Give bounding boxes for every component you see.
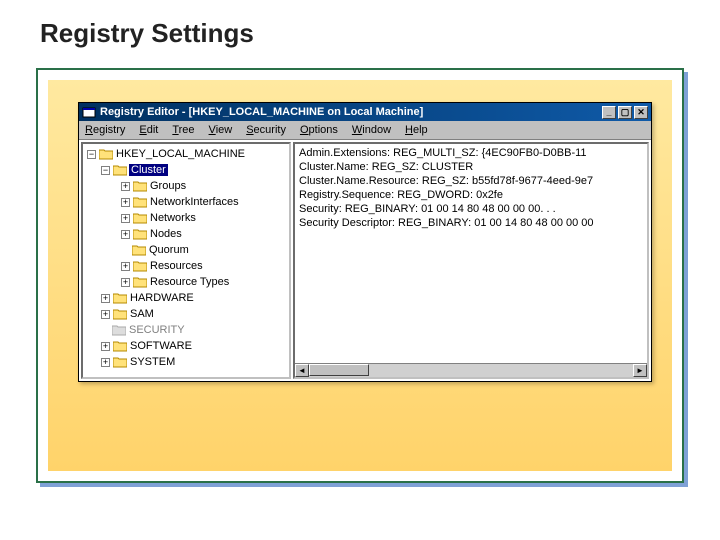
menu-view[interactable]: View (209, 124, 233, 136)
minimize-button[interactable]: _ (602, 106, 616, 119)
scroll-left-button[interactable]: ◄ (295, 364, 309, 377)
values-list: Admin.Extensions: REG_MULTI_SZ: {4EC90FB… (295, 144, 647, 232)
collapse-icon[interactable]: − (87, 150, 96, 159)
folder-icon (113, 308, 127, 320)
expand-icon[interactable]: + (121, 214, 130, 223)
menu-help[interactable]: Help (405, 124, 428, 136)
tree-label: HKEY_LOCAL_MACHINE (116, 148, 245, 160)
tree-item[interactable]: + Resources (87, 258, 287, 274)
app-icon (82, 105, 96, 119)
tree-item[interactable]: SECURITY (87, 322, 287, 338)
expand-icon[interactable]: + (121, 278, 130, 287)
tree-item[interactable]: + HARDWARE (87, 290, 287, 306)
folder-open-icon (99, 148, 113, 160)
slide-background: Registry Editor - [HKEY_LOCAL_MACHINE on… (48, 80, 672, 471)
tree-item[interactable]: + Networks (87, 210, 287, 226)
tree-item[interactable]: + SAM (87, 306, 287, 322)
horizontal-scrollbar[interactable]: ◄ ► (295, 363, 647, 377)
menu-window[interactable]: Window (352, 124, 391, 136)
slide-outer-border: Registry Editor - [HKEY_LOCAL_MACHINE on… (36, 68, 684, 483)
tree-label: Resources (150, 260, 203, 272)
tree-label: Resource Types (150, 276, 229, 288)
expand-icon[interactable]: + (101, 342, 110, 351)
close-button[interactable]: ✕ (634, 106, 648, 119)
expand-icon[interactable]: + (101, 310, 110, 319)
tree-root[interactable]: − HKEY_LOCAL_MACHINE (87, 146, 287, 162)
window-titlebar: Registry Editor - [HKEY_LOCAL_MACHINE on… (79, 103, 651, 121)
value-row[interactable]: Cluster.Name: REG_SZ: CLUSTER (299, 160, 643, 174)
tree-item[interactable]: + NetworkInterfaces (87, 194, 287, 210)
expand-icon[interactable]: + (121, 198, 130, 207)
window-title: Registry Editor - [HKEY_LOCAL_MACHINE on… (100, 106, 423, 118)
tree-label: SOFTWARE (130, 340, 192, 352)
value-row[interactable]: Cluster.Name.Resource: REG_SZ: b55fd78f-… (299, 174, 643, 188)
tree-item[interactable]: + SOFTWARE (87, 338, 287, 354)
folder-open-icon (113, 164, 127, 176)
tree-label: Cluster (129, 164, 168, 176)
menu-options[interactable]: Options (300, 124, 338, 136)
tree-label: Networks (150, 212, 196, 224)
folder-icon (133, 180, 147, 192)
tree-item[interactable]: + Nodes (87, 226, 287, 242)
scroll-right-button[interactable]: ► (633, 364, 647, 377)
folder-icon (133, 196, 147, 208)
folder-icon (133, 228, 147, 240)
tree-label: Nodes (150, 228, 182, 240)
tree-item[interactable]: Quorum (87, 242, 287, 258)
menu-security[interactable]: Security (246, 124, 286, 136)
menubar: Registry Edit Tree View Security Options… (79, 121, 651, 139)
folder-icon (133, 276, 147, 288)
values-pane[interactable]: Admin.Extensions: REG_MULTI_SZ: {4EC90FB… (293, 142, 649, 379)
value-row[interactable]: Security Descriptor: REG_BINARY: 01 00 1… (299, 216, 643, 230)
maximize-button[interactable]: ▢ (618, 106, 632, 119)
tree-label: Groups (150, 180, 186, 192)
folder-icon (133, 212, 147, 224)
menu-tree[interactable]: Tree (172, 124, 194, 136)
tree-item[interactable]: + SYSTEM (87, 354, 287, 370)
tree-label: SYSTEM (130, 356, 175, 368)
expand-icon[interactable]: + (101, 294, 110, 303)
tree-label: NetworkInterfaces (150, 196, 239, 208)
folder-icon (113, 340, 127, 352)
folder-icon (113, 292, 127, 304)
collapse-icon[interactable]: − (101, 166, 110, 175)
scroll-thumb[interactable] (309, 364, 369, 376)
tree-item[interactable]: + Groups (87, 178, 287, 194)
folder-icon (113, 356, 127, 368)
value-row[interactable]: Security: REG_BINARY: 01 00 14 80 48 00 … (299, 202, 643, 216)
tree-label: HARDWARE (130, 292, 194, 304)
scroll-track[interactable] (309, 364, 633, 377)
tree-item[interactable]: + Resource Types (87, 274, 287, 290)
folder-icon (133, 260, 147, 272)
expand-icon[interactable]: + (121, 230, 130, 239)
tree-label: SECURITY (129, 324, 185, 336)
value-row[interactable]: Registry.Sequence: REG_DWORD: 0x2fe (299, 188, 643, 202)
tree-pane[interactable]: − HKEY_LOCAL_MACHINE − Cluster + Groups (81, 142, 291, 379)
tree-label: SAM (130, 308, 154, 320)
value-row[interactable]: Admin.Extensions: REG_MULTI_SZ: {4EC90FB… (299, 146, 643, 160)
expand-icon[interactable]: + (101, 358, 110, 367)
client-area: − HKEY_LOCAL_MACHINE − Cluster + Groups (79, 139, 651, 381)
registry-editor-window: Registry Editor - [HKEY_LOCAL_MACHINE on… (78, 102, 652, 382)
tree-label: Quorum (149, 244, 189, 256)
tree-item-cluster[interactable]: − Cluster (87, 162, 287, 178)
menu-registry[interactable]: Registry (85, 124, 125, 136)
folder-dim-icon (112, 324, 126, 336)
menu-edit[interactable]: Edit (139, 124, 158, 136)
expand-icon[interactable]: + (121, 182, 130, 191)
slide-title: Registry Settings (40, 18, 254, 49)
folder-icon (132, 244, 146, 256)
expand-icon[interactable]: + (121, 262, 130, 271)
